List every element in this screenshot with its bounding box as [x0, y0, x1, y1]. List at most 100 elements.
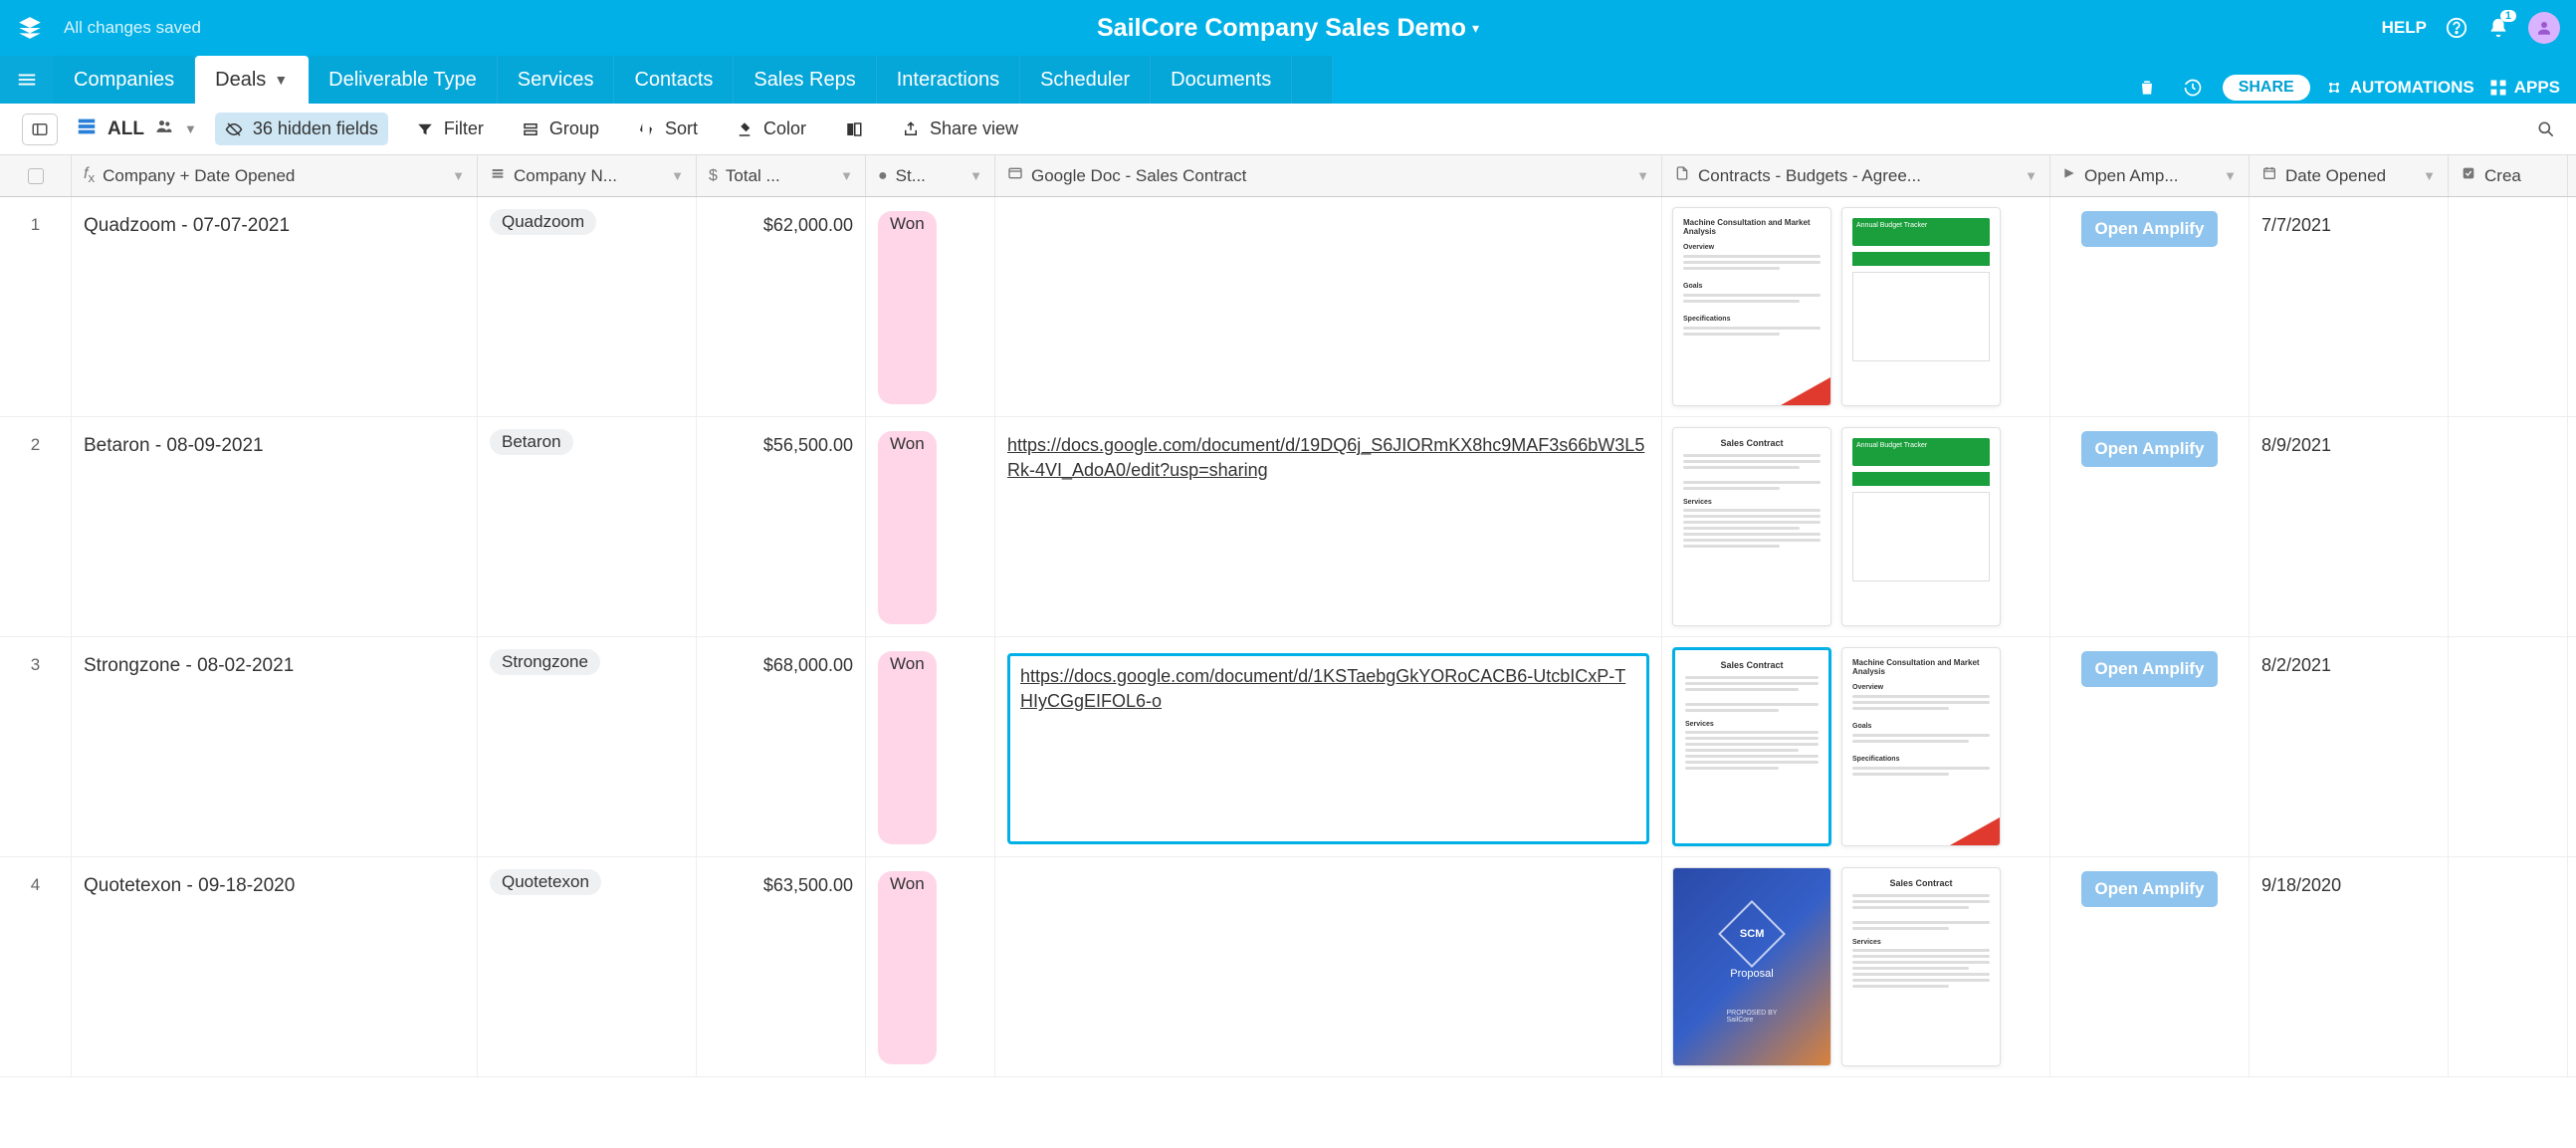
column-header-google-doc[interactable]: Google Doc - Sales Contract ▼ [995, 155, 1662, 196]
collaborators-icon[interactable] [154, 116, 174, 141]
cell-google-doc[interactable] [995, 197, 1662, 416]
cell-company-name[interactable]: Quadzoom [478, 197, 697, 416]
cell-total[interactable]: $56,500.00 [697, 417, 866, 636]
tab-deals[interactable]: Deals▼ [195, 56, 309, 104]
column-menu-icon[interactable]: ▼ [671, 168, 684, 183]
column-header-total[interactable]: $ Total ... ▼ [697, 155, 866, 196]
color-button[interactable]: Color [726, 113, 816, 145]
company-pill[interactable]: Betaron [490, 429, 573, 455]
tab-contacts[interactable]: Contacts [614, 56, 734, 104]
cell-created[interactable] [2449, 857, 2568, 1076]
help-link[interactable]: HELP [2382, 18, 2427, 38]
apps-button[interactable]: APPS [2488, 78, 2560, 98]
column-menu-icon[interactable]: ▼ [2224, 168, 2237, 183]
column-menu-icon[interactable]: ▼ [2025, 168, 2038, 183]
main-menu-button[interactable] [0, 56, 54, 104]
cell-date-opened[interactable]: 9/18/2020 [2250, 857, 2449, 1076]
cell-company-name[interactable]: Strongzone [478, 637, 697, 856]
cell-company-name[interactable]: Betaron [478, 417, 697, 636]
company-pill[interactable]: Quotetexon [490, 869, 601, 895]
tab-companies[interactable]: Companies [54, 56, 195, 104]
attachment-thumbnail[interactable]: Sales Contract Services [1841, 867, 2001, 1066]
app-logo-icon[interactable] [16, 14, 44, 42]
row-number-cell[interactable]: 4 [0, 857, 72, 1076]
cell-attachments[interactable]: SCM Proposal PROPOSED BYSailCore Sales C… [1662, 857, 2050, 1076]
view-dropdown-icon[interactable]: ▼ [184, 121, 197, 136]
open-amplify-button[interactable]: Open Amplify [2081, 651, 2219, 687]
cell-total[interactable]: $62,000.00 [697, 197, 866, 416]
cell-created[interactable] [2449, 197, 2568, 416]
cell-company-date[interactable]: Betaron - 08-09-2021 [72, 417, 478, 636]
cell-google-doc[interactable]: https://docs.google.com/document/d/1KSTa… [995, 637, 1662, 856]
column-menu-icon[interactable]: ▼ [840, 168, 853, 183]
cell-attachments[interactable]: Sales Contract Services Machine Consulta… [1662, 637, 2050, 856]
google-doc-link[interactable]: https://docs.google.com/document/d/19DQ6… [1007, 433, 1649, 624]
column-header-contracts[interactable]: Contracts - Budgets - Agree... ▼ [1662, 155, 2050, 196]
row-height-button[interactable] [834, 115, 874, 144]
column-menu-icon[interactable]: ▼ [969, 168, 982, 183]
cell-attachments[interactable]: Sales Contract Services Annual Budget Tr… [1662, 417, 2050, 636]
history-icon[interactable] [2177, 72, 2209, 104]
column-header-amplify[interactable]: Open Amp... ▼ [2050, 155, 2250, 196]
column-header-company-name[interactable]: Company N... ▼ [478, 155, 697, 196]
column-menu-icon[interactable]: ▼ [1636, 168, 1649, 183]
share-button[interactable]: SHARE [2223, 75, 2310, 101]
company-pill[interactable]: Quadzoom [490, 209, 596, 235]
row-number-cell[interactable]: 1 [0, 197, 72, 416]
cell-status[interactable]: Won [866, 197, 995, 416]
share-view-button[interactable]: Share view [892, 113, 1028, 145]
attachment-thumbnail[interactable]: Sales Contract Services [1672, 427, 1831, 626]
hidden-fields-button[interactable]: 36 hidden fields [215, 113, 388, 145]
cell-amplify[interactable]: Open Amplify [2050, 417, 2250, 636]
column-header-date-opened[interactable]: Date Opened ▼ [2250, 155, 2449, 196]
company-pill[interactable]: Strongzone [490, 649, 600, 675]
tab-dropdown-icon[interactable]: ▼ [274, 72, 288, 88]
cell-status[interactable]: Won [866, 637, 995, 856]
column-menu-icon[interactable]: ▼ [452, 168, 465, 183]
tab-documents[interactable]: Documents [1151, 56, 1292, 104]
cell-date-opened[interactable]: 8/2/2021 [2250, 637, 2449, 856]
tab-deliverable-type[interactable]: Deliverable Type [309, 56, 498, 104]
cell-google-doc[interactable] [995, 857, 1662, 1076]
view-selector[interactable]: ALL ▼ [76, 115, 197, 143]
attachment-thumbnail[interactable]: Machine Consultation and Market Analysis… [1841, 647, 2001, 846]
cell-total[interactable]: $63,500.00 [697, 857, 866, 1076]
cell-amplify[interactable]: Open Amplify [2050, 197, 2250, 416]
column-menu-icon[interactable]: ▼ [2423, 168, 2436, 183]
cell-company-name[interactable]: Quotetexon [478, 857, 697, 1076]
select-all-checkbox[interactable] [28, 168, 44, 184]
tab-services[interactable]: Services [498, 56, 615, 104]
automations-button[interactable]: AUTOMATIONS [2324, 78, 2474, 98]
cell-created[interactable] [2449, 417, 2568, 636]
open-amplify-button[interactable]: Open Amplify [2081, 871, 2219, 907]
cell-google-doc[interactable]: https://docs.google.com/document/d/19DQ6… [995, 417, 1662, 636]
select-all-checkbox-cell[interactable] [0, 155, 72, 196]
trash-icon[interactable] [2131, 72, 2163, 104]
toggle-sidebar-button[interactable] [22, 114, 58, 145]
column-header-company-date[interactable]: fx Company + Date Opened ▼ [72, 155, 478, 196]
user-avatar[interactable] [2528, 12, 2560, 44]
table-row[interactable]: 1 Quadzoom - 07-07-2021 Quadzoom $62,000… [0, 197, 2576, 417]
cell-date-opened[interactable]: 7/7/2021 [2250, 197, 2449, 416]
group-button[interactable]: Group [512, 113, 609, 145]
attachment-thumbnail[interactable]: SCM Proposal PROPOSED BYSailCore [1672, 867, 1831, 1066]
table-row[interactable]: 2 Betaron - 08-09-2021 Betaron $56,500.0… [0, 417, 2576, 637]
cell-amplify[interactable]: Open Amplify [2050, 857, 2250, 1076]
cell-created[interactable] [2449, 637, 2568, 856]
grid-body[interactable]: 1 Quadzoom - 07-07-2021 Quadzoom $62,000… [0, 197, 2576, 1148]
add-table-button[interactable] [1292, 56, 1333, 104]
attachment-thumbnail[interactable]: Annual Budget Tracker [1841, 207, 2001, 406]
tab-sales-reps[interactable]: Sales Reps [734, 56, 876, 104]
attachment-thumbnail[interactable]: Sales Contract Services [1672, 647, 1831, 846]
row-number-cell[interactable]: 3 [0, 637, 72, 856]
column-header-status[interactable]: ● St... ▼ [866, 155, 995, 196]
notifications-button[interactable]: 1 [2486, 16, 2510, 40]
cell-date-opened[interactable]: 8/9/2021 [2250, 417, 2449, 636]
open-amplify-button[interactable]: Open Amplify [2081, 211, 2219, 247]
sort-button[interactable]: Sort [627, 113, 708, 145]
filter-button[interactable]: Filter [406, 113, 494, 145]
tab-interactions[interactable]: Interactions [877, 56, 1020, 104]
cell-status[interactable]: Won [866, 417, 995, 636]
base-title-dropdown-icon[interactable]: ▾ [1472, 20, 1479, 37]
cell-google-doc-active[interactable]: https://docs.google.com/document/d/1KSTa… [1007, 653, 1649, 844]
